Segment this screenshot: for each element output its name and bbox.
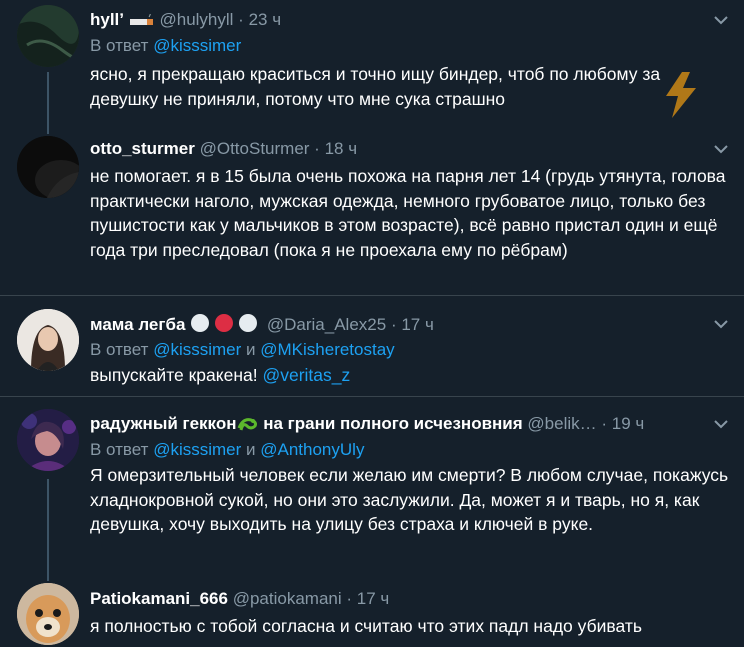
lizard-emoji-icon	[237, 414, 259, 438]
thread-line	[47, 571, 49, 581]
user-handle[interactable]: @patiokamani	[233, 589, 342, 608]
cigarette-emoji-icon	[129, 11, 155, 34]
reply-and: и	[246, 440, 256, 459]
tweet-header: мама легба @Daria_Alex25 · 17 ч	[90, 313, 730, 335]
timestamp[interactable]: 18 ч	[325, 139, 358, 158]
user-handle[interactable]: @Daria_Alex25	[267, 315, 386, 334]
display-name[interactable]: радужный геккон на грани полного исчезно…	[90, 414, 527, 433]
tweet-header: otto_sturmer @OttoSturmer · 18 ч	[90, 138, 730, 160]
timestamp[interactable]: 17 ч	[357, 589, 390, 608]
avatar[interactable]	[17, 309, 79, 371]
tweet[interactable]: Patiokamani_666 @patiokamani · 17 ч я по…	[0, 571, 744, 647]
tweet-text: не помогает. я в 15 была очень похожа на…	[90, 166, 726, 260]
timestamp[interactable]: 19 ч	[612, 414, 645, 433]
separator-dot: ·	[390, 315, 397, 334]
display-name[interactable]: Patiokamani_666	[90, 589, 228, 608]
tweet-header: hyllʼ @hulyhyll · 23 ч	[90, 9, 730, 31]
chevron-down-icon[interactable]	[712, 138, 730, 160]
separator-dot: ·	[601, 414, 608, 433]
reply-context: В ответ @kisssimer и @MKisheretostay	[90, 338, 730, 362]
reply-context: В ответ @kisssimer	[90, 34, 730, 58]
tweet-content: hyllʼ @hulyhyll · 23 ч В ответ @kisssime…	[90, 9, 730, 111]
circle-emoji-icon	[190, 313, 262, 339]
user-handle[interactable]: @hulyhyll	[159, 10, 233, 29]
tweet-text: Я омерзительный человек если желаю им см…	[90, 465, 729, 534]
tweet[interactable]: otto_sturmer @OttoSturmer · 18 ч не помо…	[0, 124, 744, 295]
timestamp[interactable]: 17 ч	[401, 315, 434, 334]
thread-line	[47, 72, 49, 124]
separator-dot: ·	[314, 139, 320, 158]
avatar[interactable]	[17, 409, 79, 471]
tweet-text: выпускайте кракена!	[90, 365, 258, 385]
reply-prefix: В ответ	[90, 440, 149, 459]
chevron-down-icon[interactable]	[712, 313, 730, 335]
text-mention[interactable]: @veritas_z	[262, 365, 350, 385]
separator-dot: ·	[238, 10, 244, 29]
display-name-part: радужный геккон	[90, 414, 237, 433]
tweet[interactable]: радужный геккон на грани полного исчезно…	[0, 397, 744, 571]
tweet-header: Patiokamani_666 @patiokamani · 17 ч	[90, 588, 730, 610]
chevron-down-icon[interactable]	[712, 413, 730, 435]
tweet-content: otto_sturmer @OttoSturmer · 18 ч не помо…	[90, 138, 730, 262]
reply-mention[interactable]: @MKisheretostay	[260, 340, 394, 359]
thread-line	[47, 124, 49, 134]
tweet-content: мама легба @Daria_Alex25 · 17 ч В ответ …	[90, 313, 730, 388]
display-name-part: на грани полного исчезновния	[263, 414, 523, 433]
reply-mention[interactable]: @kisssimer	[153, 440, 241, 459]
tweet-content: Patiokamani_666 @patiokamani · 17 ч я по…	[90, 588, 730, 639]
chevron-down-icon[interactable]	[712, 9, 730, 31]
reply-mention[interactable]: @kisssimer	[153, 36, 241, 55]
tweet-feed: hyllʼ @hulyhyll · 23 ч В ответ @kisssime…	[0, 0, 744, 647]
reply-prefix: В ответ	[90, 36, 149, 55]
avatar[interactable]	[17, 136, 79, 198]
reply-and: и	[246, 340, 256, 359]
display-name[interactable]: мама легба	[90, 315, 185, 334]
tweet-text: я полностью с тобой согласна и считаю чт…	[90, 616, 642, 636]
tweet-content: радужный геккон на грани полного исчезно…	[90, 413, 730, 537]
separator-dot: ·	[346, 589, 353, 608]
user-handle[interactable]: @OttoSturmer	[200, 139, 310, 158]
tweet-text: ясно, я прекращаю краситься и точно ищу …	[90, 64, 661, 109]
tweet-text-wrapper: выпускайте кракена! @veritas_z	[90, 363, 730, 388]
reply-context: В ответ @kisssimer и @AnthonyUly	[90, 438, 730, 462]
tweet-header: радужный геккон на грани полного исчезно…	[90, 413, 730, 435]
reply-prefix: В ответ	[90, 340, 149, 359]
avatar[interactable]	[17, 583, 79, 645]
display-name[interactable]: otto_sturmer	[90, 139, 195, 158]
reply-mention[interactable]: @AnthonyUly	[260, 440, 364, 459]
display-name[interactable]: hyllʼ	[90, 10, 124, 29]
timestamp[interactable]: 23 ч	[249, 10, 282, 29]
reply-mention[interactable]: @kisssimer	[153, 340, 241, 359]
avatar[interactable]	[17, 5, 79, 67]
user-handle[interactable]: @belik…	[527, 414, 596, 433]
tweet[interactable]: мама легба @Daria_Alex25 · 17 ч В ответ …	[0, 296, 744, 396]
tweet[interactable]: hyllʼ @hulyhyll · 23 ч В ответ @kisssime…	[0, 0, 744, 124]
thread-line	[47, 479, 49, 571]
